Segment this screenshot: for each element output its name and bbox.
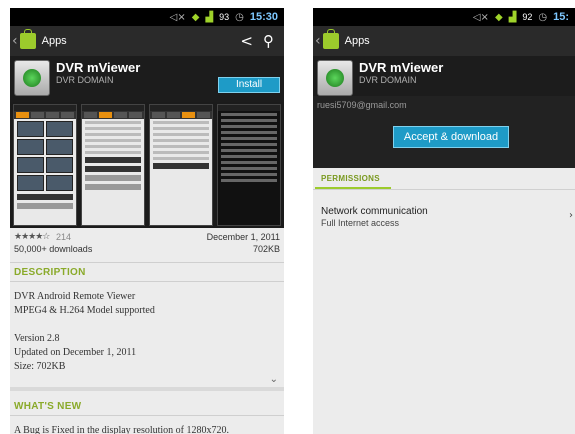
battery-level: 93 [219,12,230,22]
version-text: Version 2.8 [14,333,60,344]
app-details-screen: ◁× ◆ ▟ 93 ◷ 15:30 ‹ Apps < ⚲ DVR mViewer… [10,8,284,434]
back-icon[interactable]: ‹ [12,33,18,49]
description-line: DVR Android Remote Viewer [14,291,136,302]
description-body[interactable]: DVR Android Remote Viewer MPEG4 & H.264 … [10,290,284,374]
app-developer[interactable]: DVR DOMAIN [56,75,114,85]
description-heading: DESCRIPTION [14,267,86,278]
signal-icon: ▟ [508,11,517,23]
size-text: Size: 702KB [14,361,66,372]
permission-subtitle: Full Internet access [321,218,400,228]
chevron-down-icon[interactable]: ⌄ [10,374,284,385]
whats-new-heading: WHAT'S NEW [14,401,82,412]
mute-icon: ◁× [472,11,489,23]
play-store-bag-icon[interactable] [19,29,36,49]
accept-download-button[interactable]: Accept & download [393,126,509,148]
alarm-icon: ◷ [538,11,548,23]
action-bar: ‹ Apps < ⚲ [10,26,284,56]
screenshot-thumbnail[interactable] [13,104,77,226]
app-header: DVR mViewer DVR DOMAIN Install [10,56,284,102]
app-icon [14,60,50,96]
mute-icon: ◁× [169,11,186,23]
rating-stars: ★★★★☆ [14,232,50,242]
description-line: MPEG4 & H.264 Model supported [14,305,155,316]
app-header: DVR mViewer DVR DOMAIN [313,56,575,96]
whats-new-text: A Bug is Fixed in the display resolution… [14,425,229,434]
app-size: 702KB [252,244,280,254]
app-meta: ★★★★☆ 214 50,000+ downloads December 1, … [10,228,284,258]
permission-item[interactable]: Network communication Full Internet acce… [313,190,575,228]
permissions-tabs: PERMISSIONS [313,168,575,190]
permissions-screen: ◁× ◆ ▟ 92 ◷ 15: ‹ Apps DVR mViewer DVR D… [313,8,575,434]
install-button[interactable]: Install [218,77,280,93]
status-clock: 15: [553,11,569,23]
screenshot-thumbnail[interactable] [149,104,213,226]
battery-level: 92 [522,12,533,22]
accept-area: Accept & download [313,116,575,168]
action-bar: ‹ Apps [313,26,575,56]
account-email[interactable]: ruesi5709@gmail.com [313,96,575,116]
alarm-icon: ◷ [235,11,244,23]
play-store-bag-icon[interactable] [322,29,339,49]
app-name: DVR mViewer [359,60,444,75]
action-bar-title[interactable]: Apps [42,35,67,47]
share-icon[interactable]: < [240,32,253,50]
status-bar: ◁× ◆ ▟ 92 ◷ 15: [313,8,575,26]
wifi-icon: ◆ [191,11,200,23]
status-bar: ◁× ◆ ▟ 93 ◷ 15:30 [10,8,284,26]
app-icon [317,60,353,96]
rating-count: 214 [56,232,72,242]
screenshot-thumbnail[interactable] [81,104,145,226]
tab-permissions[interactable]: PERMISSIONS [321,174,380,183]
signal-icon: ▟ [205,11,214,23]
search-icon[interactable]: ⚲ [263,32,274,50]
permission-title: Network communication [321,206,428,217]
status-clock: 15:30 [249,11,278,23]
chevron-right-icon[interactable]: › [569,210,573,221]
back-icon[interactable]: ‹ [315,33,321,49]
app-name: DVR mViewer [56,60,141,75]
screenshot-strip[interactable] [10,102,284,228]
wifi-icon: ◆ [494,11,503,23]
app-developer: DVR DOMAIN [359,75,417,85]
update-date: December 1, 2011 [206,232,280,242]
screenshot-thumbnail[interactable] [217,104,281,226]
action-bar-title[interactable]: Apps [345,35,370,47]
updated-text: Updated on December 1, 2011 [14,347,137,358]
download-count: 50,000+ downloads [14,244,93,254]
